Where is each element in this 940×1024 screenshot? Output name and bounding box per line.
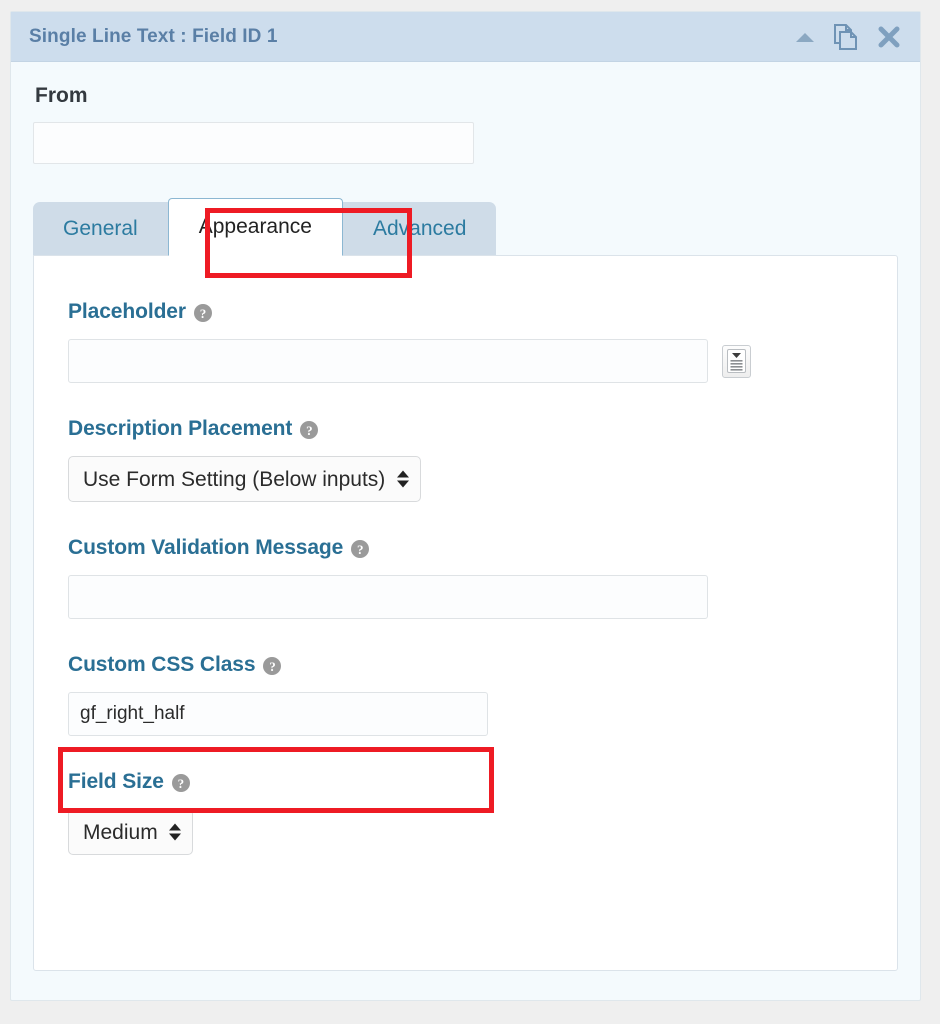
help-icon[interactable]: ? — [171, 774, 190, 792]
from-label: From — [35, 84, 88, 107]
field-size-label-row: Field Size ? — [68, 770, 863, 794]
field-settings-panel: Single Line Text : Field ID 1 From Gener… — [10, 11, 921, 1001]
description-placement-select-wrap: Use Form Setting (Below inputs) — [68, 456, 421, 502]
placeholder-input[interactable] — [68, 339, 708, 383]
description-placement-label-row: Description Placement ? — [68, 417, 863, 441]
tab-general[interactable]: General — [33, 202, 168, 255]
help-icon[interactable]: ? — [263, 657, 282, 675]
panel-header: Single Line Text : Field ID 1 — [11, 12, 920, 62]
from-input[interactable] — [33, 122, 474, 164]
setting-custom-validation-message: Custom Validation Message ? — [68, 536, 863, 619]
tab-advanced[interactable]: Advanced — [343, 202, 496, 255]
screenshot-root: Single Line Text : Field ID 1 From Gener… — [0, 0, 940, 1024]
field-size-select[interactable]: Medium — [68, 809, 193, 855]
triangle-up-glyph — [796, 33, 814, 42]
from-field-block: From — [11, 62, 920, 164]
custom-validation-message-input[interactable] — [68, 575, 708, 619]
tab-strip: General Appearance Advanced — [11, 198, 920, 256]
placeholder-label-row: Placeholder ? — [68, 300, 863, 324]
custom-validation-message-label-row: Custom Validation Message ? — [68, 536, 863, 560]
help-icon[interactable]: ? — [351, 540, 370, 558]
setting-description-placement: Description Placement ? Use Form Setting… — [68, 417, 863, 502]
duplicate-icon[interactable] — [832, 23, 858, 51]
merge-tag-icon[interactable] — [722, 344, 751, 378]
placeholder-label: Placeholder — [68, 300, 186, 323]
custom-css-class-input[interactable] — [68, 692, 488, 736]
custom-validation-message-label: Custom Validation Message — [68, 536, 344, 559]
description-placement-label: Description Placement — [68, 417, 293, 440]
help-icon[interactable]: ? — [300, 421, 319, 439]
panel-header-icons — [796, 12, 902, 61]
custom-css-class-label-row: Custom CSS Class ? — [68, 653, 863, 677]
tab-list: General Appearance Advanced — [33, 198, 497, 256]
placeholder-input-row — [68, 339, 863, 383]
appearance-tab-panel: Placeholder ? Description Placement ? Us… — [33, 255, 898, 971]
setting-placeholder: Placeholder ? — [68, 300, 863, 383]
page-title: Single Line Text : Field ID 1 — [29, 25, 278, 47]
description-placement-select[interactable]: Use Form Setting (Below inputs) — [68, 456, 421, 502]
tab-appearance[interactable]: Appearance — [167, 198, 343, 256]
setting-field-size: Field Size ? Medium — [68, 770, 863, 855]
setting-custom-css-class: Custom CSS Class ? — [68, 653, 863, 736]
field-size-select-wrap: Medium — [68, 809, 193, 855]
close-icon[interactable] — [876, 24, 902, 50]
custom-css-class-label: Custom CSS Class — [68, 653, 256, 676]
help-icon[interactable]: ? — [193, 304, 212, 322]
field-size-label: Field Size — [68, 770, 164, 793]
collapse-icon[interactable] — [796, 31, 814, 42]
